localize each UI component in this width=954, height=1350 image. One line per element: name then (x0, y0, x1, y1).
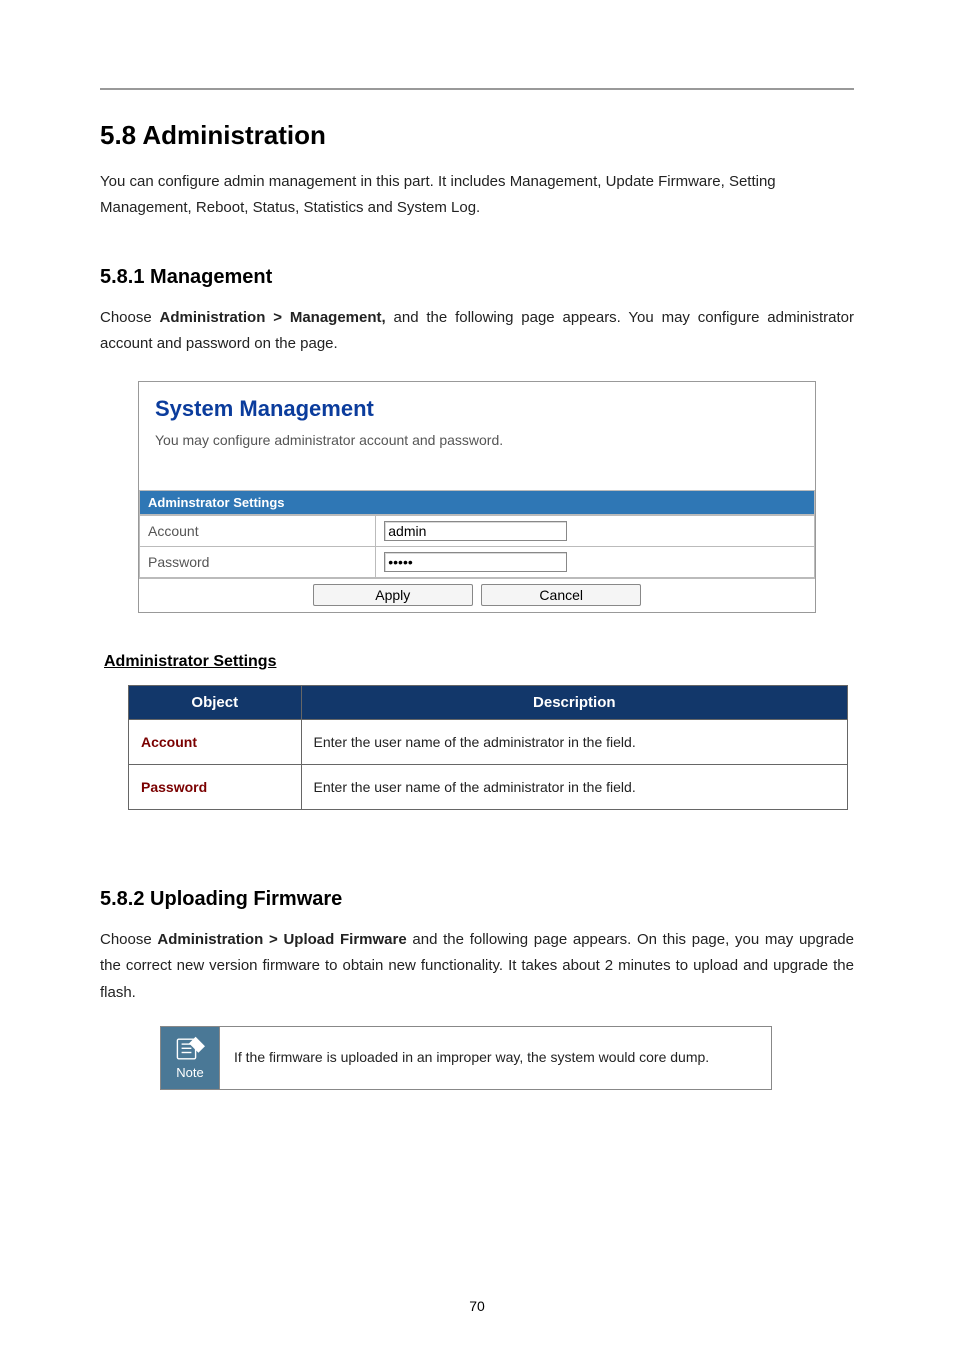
note-label: Note (176, 1065, 203, 1080)
administrator-settings-heading: Administrator Settings (104, 653, 854, 671)
breadcrumb-path: Administration > Upload Firmware (157, 931, 406, 948)
intro-paragraph: You can configure admin management in th… (100, 169, 854, 222)
note-icon: Note (160, 1026, 220, 1090)
object-cell: Password (129, 765, 302, 810)
table-row: Password Enter the user name of the admi… (129, 765, 848, 810)
page-number: 70 (0, 1298, 954, 1314)
account-label: Account (140, 516, 376, 547)
password-label: Password (140, 547, 376, 578)
heading-management: 5.8.1 Management (100, 248, 854, 289)
panel-title: System Management (139, 382, 815, 428)
table-header-description: Description (301, 686, 847, 720)
administrator-settings-table: Object Description Account Enter the use… (128, 685, 848, 810)
breadcrumb-path: Administration > Management, (160, 309, 386, 326)
description-cell: Enter the user name of the administrator… (301, 765, 847, 810)
note-callout: Note If the firmware is uploaded in an i… (160, 1026, 772, 1090)
administrator-settings-bar: Adminstrator Settings (139, 490, 815, 515)
header-rule (100, 88, 854, 90)
system-management-panel: System Management You may configure admi… (138, 381, 816, 613)
password-input[interactable] (384, 552, 567, 572)
uploading-firmware-paragraph: Choose Administration > Upload Firmware … (100, 927, 854, 1006)
cancel-button[interactable]: Cancel (481, 584, 641, 606)
text-fragment: Choose (100, 309, 160, 326)
account-input[interactable] (384, 521, 567, 541)
table-row: Account Enter the user name of the admin… (129, 720, 848, 765)
note-text: If the firmware is uploaded in an improp… (220, 1026, 772, 1090)
management-paragraph: Choose Administration > Management, and … (100, 305, 854, 358)
panel-description: You may configure administrator account … (139, 428, 815, 490)
apply-button[interactable]: Apply (313, 584, 473, 606)
admin-settings-form: Account Password (139, 515, 815, 578)
heading-administration: 5.8 Administration (100, 120, 854, 151)
object-cell: Account (129, 720, 302, 765)
form-button-row: Apply Cancel (139, 578, 815, 612)
heading-uploading-firmware: 5.8.2 Uploading Firmware (100, 870, 854, 911)
text-fragment: Choose (100, 931, 157, 948)
description-cell: Enter the user name of the administrator… (301, 720, 847, 765)
table-header-object: Object (129, 686, 302, 720)
